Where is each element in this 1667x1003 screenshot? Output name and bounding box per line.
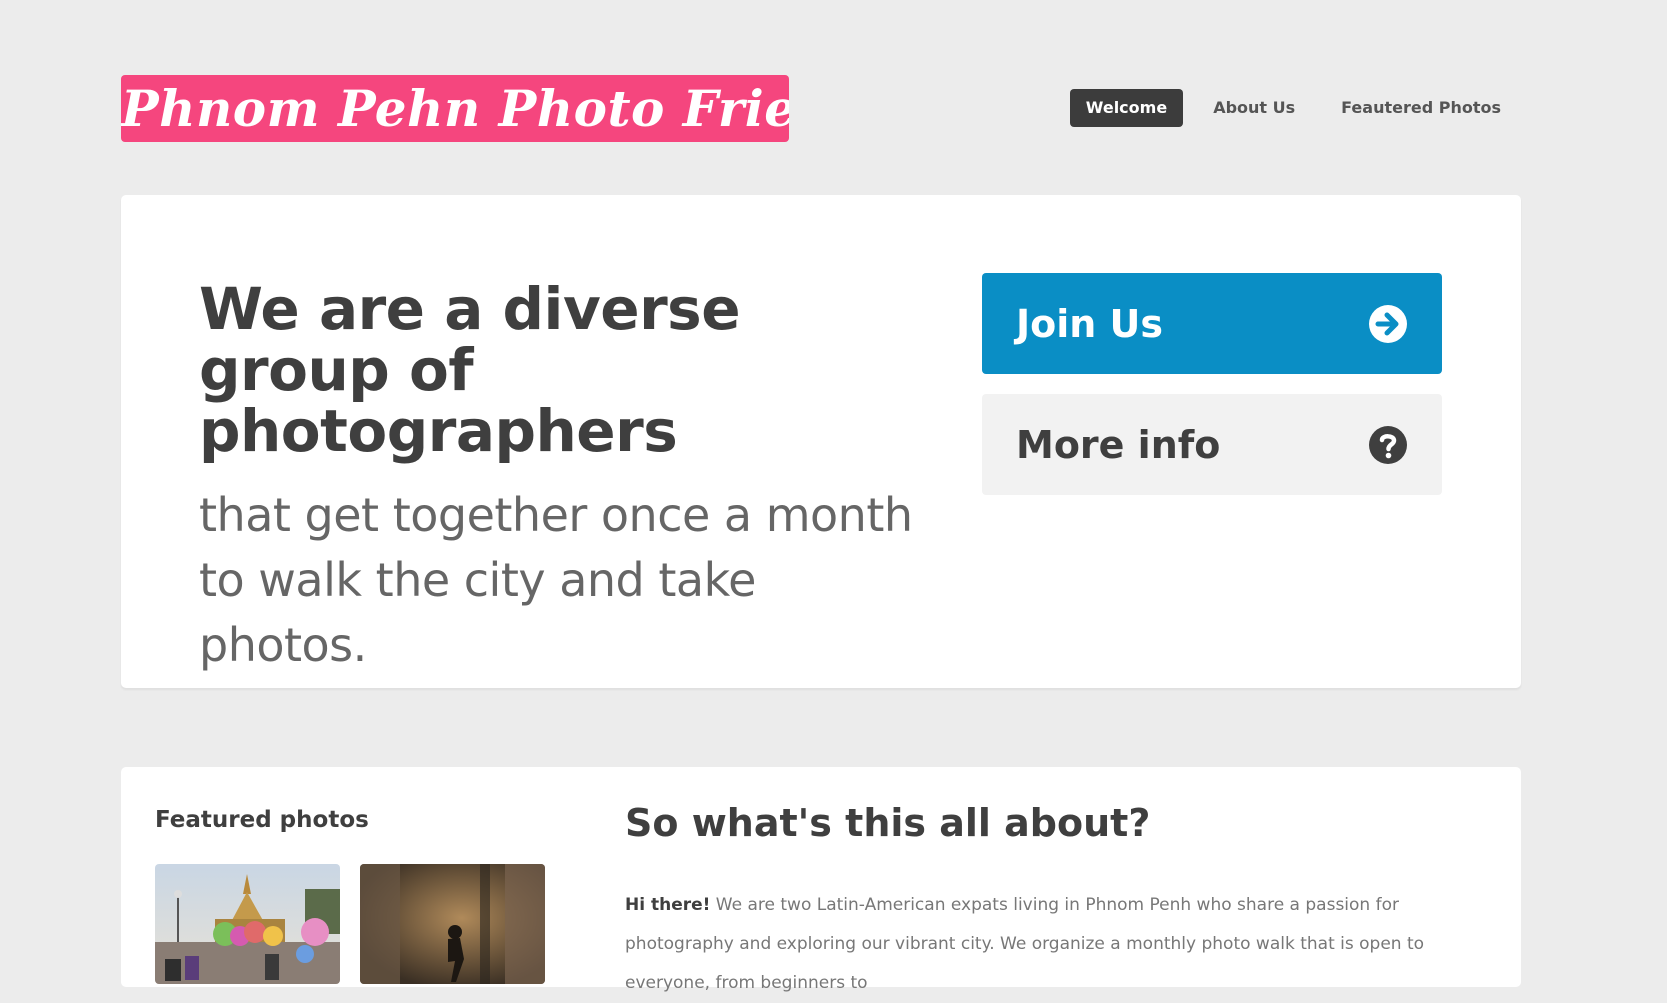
nav-about-us[interactable]: About Us <box>1197 89 1311 127</box>
main-nav: Welcome About Us Feautered Photos <box>1069 89 1517 127</box>
hero-panel: We are a diverse group of photographers … <box>121 195 1521 688</box>
join-us-button[interactable]: Join Us <box>982 273 1442 374</box>
about-body: We are two Latin-American expats living … <box>625 895 1425 993</box>
site-logo[interactable]: Phnom Pehn Photo Friends <box>121 75 789 142</box>
question-circle-icon <box>1369 425 1407 464</box>
hero-heading: We are a diverse group of photographers <box>199 275 741 465</box>
featured-photos-title: Featured photos <box>155 807 369 833</box>
about-lead: Hi there! <box>625 895 711 915</box>
nav-featured-photos[interactable]: Feautered Photos <box>1325 89 1517 127</box>
featured-photo-temple[interactable] <box>155 864 340 984</box>
about-text: Hi there! We are two Latin-American expa… <box>625 886 1475 1003</box>
temple-photo-image <box>155 864 340 984</box>
silhouette-photo-image <box>360 864 545 984</box>
hero-subheading: that get together once a month to walk t… <box>199 488 913 672</box>
more-info-label: More info <box>1016 422 1221 467</box>
more-info-button[interactable]: More info <box>982 394 1442 495</box>
content-panel: Featured photos So what's this all about… <box>121 767 1521 993</box>
arrow-right-circle-icon <box>1369 304 1407 343</box>
about-heading: So what's this all about? <box>625 801 1151 845</box>
nav-welcome[interactable]: Welcome <box>1069 89 1184 127</box>
featured-photo-silhouette[interactable] <box>360 864 545 984</box>
join-us-label: Join Us <box>1016 301 1164 346</box>
